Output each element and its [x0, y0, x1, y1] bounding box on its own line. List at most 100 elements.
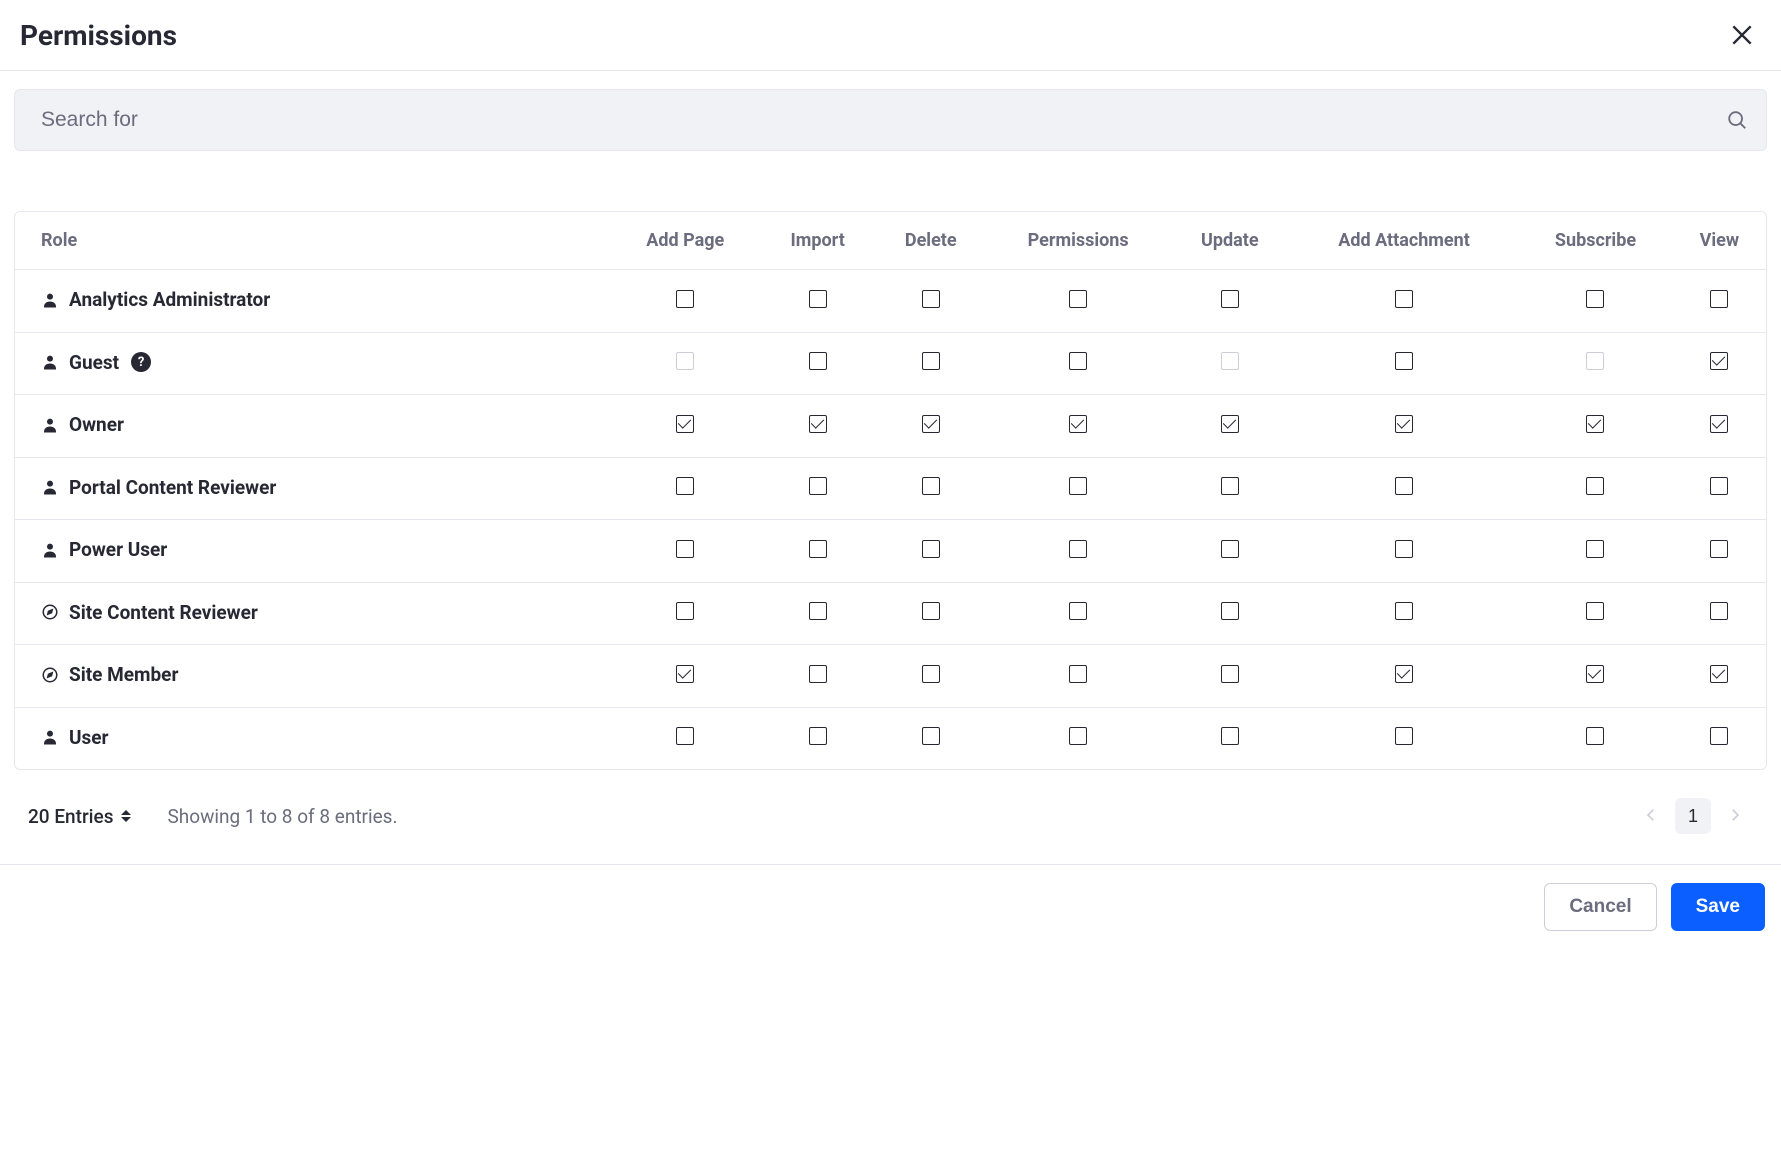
checkbox-import[interactable]	[809, 352, 827, 370]
checkbox-import[interactable]	[809, 415, 827, 433]
checkbox-update[interactable]	[1221, 727, 1239, 745]
perm-cell-view	[1673, 332, 1766, 395]
checkbox-update[interactable]	[1221, 540, 1239, 558]
permissions-table: RoleAdd PageImportDeletePermissionsUpdat…	[15, 212, 1766, 769]
checkbox-permissions[interactable]	[1069, 352, 1087, 370]
checkbox-delete[interactable]	[922, 665, 940, 683]
role-label: Portal Content Reviewer	[41, 476, 276, 499]
table-header-role: Role	[15, 212, 610, 270]
checkbox-import[interactable]	[809, 665, 827, 683]
pagination-prev-button[interactable]	[1633, 798, 1669, 834]
checkbox-permissions[interactable]	[1069, 602, 1087, 620]
checkbox-subscribe[interactable]	[1586, 602, 1604, 620]
checkbox-subscribe[interactable]	[1586, 540, 1604, 558]
checkbox-add_attachment[interactable]	[1395, 477, 1413, 495]
perm-cell-add_attachment	[1290, 707, 1519, 769]
checkbox-add_page[interactable]	[676, 540, 694, 558]
checkbox-permissions[interactable]	[1069, 540, 1087, 558]
table-header-row: RoleAdd PageImportDeletePermissionsUpdat…	[15, 212, 1766, 270]
checkbox-delete[interactable]	[922, 290, 940, 308]
checkbox-subscribe[interactable]	[1586, 477, 1604, 495]
role-cell: Site Content Reviewer	[15, 582, 610, 645]
checkbox-update[interactable]	[1221, 665, 1239, 683]
checkbox-permissions[interactable]	[1069, 415, 1087, 433]
checkbox-delete[interactable]	[922, 602, 940, 620]
table-row: Site Member	[15, 645, 1766, 708]
checkbox-subscribe[interactable]	[1586, 665, 1604, 683]
role-cell: Portal Content Reviewer	[15, 457, 610, 520]
checkbox-view[interactable]	[1710, 477, 1728, 495]
perm-cell-subscribe	[1518, 520, 1672, 583]
table-row: Analytics Administrator	[15, 270, 1766, 333]
perm-cell-subscribe	[1518, 582, 1672, 645]
checkbox-permissions[interactable]	[1069, 477, 1087, 495]
checkbox-add_attachment[interactable]	[1395, 727, 1413, 745]
checkbox-update[interactable]	[1221, 290, 1239, 308]
checkbox-update[interactable]	[1221, 477, 1239, 495]
checkbox-update[interactable]	[1221, 415, 1239, 433]
checkbox-add_attachment[interactable]	[1395, 665, 1413, 683]
checkbox-add_page[interactable]	[676, 665, 694, 683]
checkbox-permissions[interactable]	[1069, 665, 1087, 683]
perm-cell-delete	[875, 457, 986, 520]
checkbox-view[interactable]	[1710, 415, 1728, 433]
table-row: Guest?	[15, 332, 1766, 395]
checkbox-view[interactable]	[1710, 727, 1728, 745]
role-label: Power User	[41, 538, 167, 561]
checkbox-delete[interactable]	[922, 352, 940, 370]
checkbox-add_page[interactable]	[676, 727, 694, 745]
checkbox-update[interactable]	[1221, 602, 1239, 620]
checkbox-view[interactable]	[1710, 290, 1728, 308]
checkbox-add_attachment[interactable]	[1395, 290, 1413, 308]
perm-cell-subscribe	[1518, 270, 1672, 333]
checkbox-add_page[interactable]	[676, 415, 694, 433]
checkbox-add_attachment[interactable]	[1395, 602, 1413, 620]
checkbox-add_attachment[interactable]	[1395, 352, 1413, 370]
modal-body: RoleAdd PageImportDeletePermissionsUpdat…	[0, 71, 1781, 864]
checkbox-add_page[interactable]	[676, 290, 694, 308]
role-cell: Guest?	[15, 332, 610, 395]
perm-cell-subscribe	[1518, 332, 1672, 395]
checkbox-view[interactable]	[1710, 540, 1728, 558]
checkbox-subscribe[interactable]	[1586, 290, 1604, 308]
checkbox-delete[interactable]	[922, 477, 940, 495]
checkbox-add_page[interactable]	[676, 477, 694, 495]
checkbox-import[interactable]	[809, 602, 827, 620]
perm-cell-permissions	[986, 520, 1170, 583]
entries-per-page-select[interactable]: 20 Entries	[28, 805, 131, 828]
search-input[interactable]	[39, 107, 1710, 133]
save-button[interactable]: Save	[1671, 883, 1765, 931]
pagination-next-button[interactable]	[1717, 798, 1753, 834]
pagination: 1	[1633, 798, 1753, 834]
checkbox-import[interactable]	[809, 540, 827, 558]
checkbox-delete[interactable]	[922, 727, 940, 745]
perm-cell-subscribe	[1518, 457, 1672, 520]
pagination-page-1[interactable]: 1	[1675, 798, 1711, 834]
close-button[interactable]	[1723, 16, 1761, 54]
perm-cell-subscribe	[1518, 645, 1672, 708]
cancel-button[interactable]: Cancel	[1544, 883, 1656, 931]
role-name: Analytics Administrator	[69, 288, 270, 311]
checkbox-subscribe[interactable]	[1586, 415, 1604, 433]
checkbox-add_page	[676, 352, 694, 370]
perm-cell-add_attachment	[1290, 395, 1519, 458]
checkbox-add_attachment[interactable]	[1395, 540, 1413, 558]
user-icon	[41, 728, 59, 746]
checkbox-import[interactable]	[809, 477, 827, 495]
checkbox-import[interactable]	[809, 290, 827, 308]
checkbox-subscribe[interactable]	[1586, 727, 1604, 745]
checkbox-view[interactable]	[1710, 665, 1728, 683]
checkbox-add_attachment[interactable]	[1395, 415, 1413, 433]
perm-cell-permissions	[986, 582, 1170, 645]
checkbox-permissions[interactable]	[1069, 727, 1087, 745]
perm-cell-import	[760, 395, 875, 458]
checkbox-view[interactable]	[1710, 602, 1728, 620]
checkbox-delete[interactable]	[922, 415, 940, 433]
checkbox-delete[interactable]	[922, 540, 940, 558]
checkbox-import[interactable]	[809, 727, 827, 745]
checkbox-add_page[interactable]	[676, 602, 694, 620]
help-icon[interactable]: ?	[131, 352, 151, 372]
checkbox-view[interactable]	[1710, 352, 1728, 370]
checkbox-permissions[interactable]	[1069, 290, 1087, 308]
perm-cell-import	[760, 457, 875, 520]
